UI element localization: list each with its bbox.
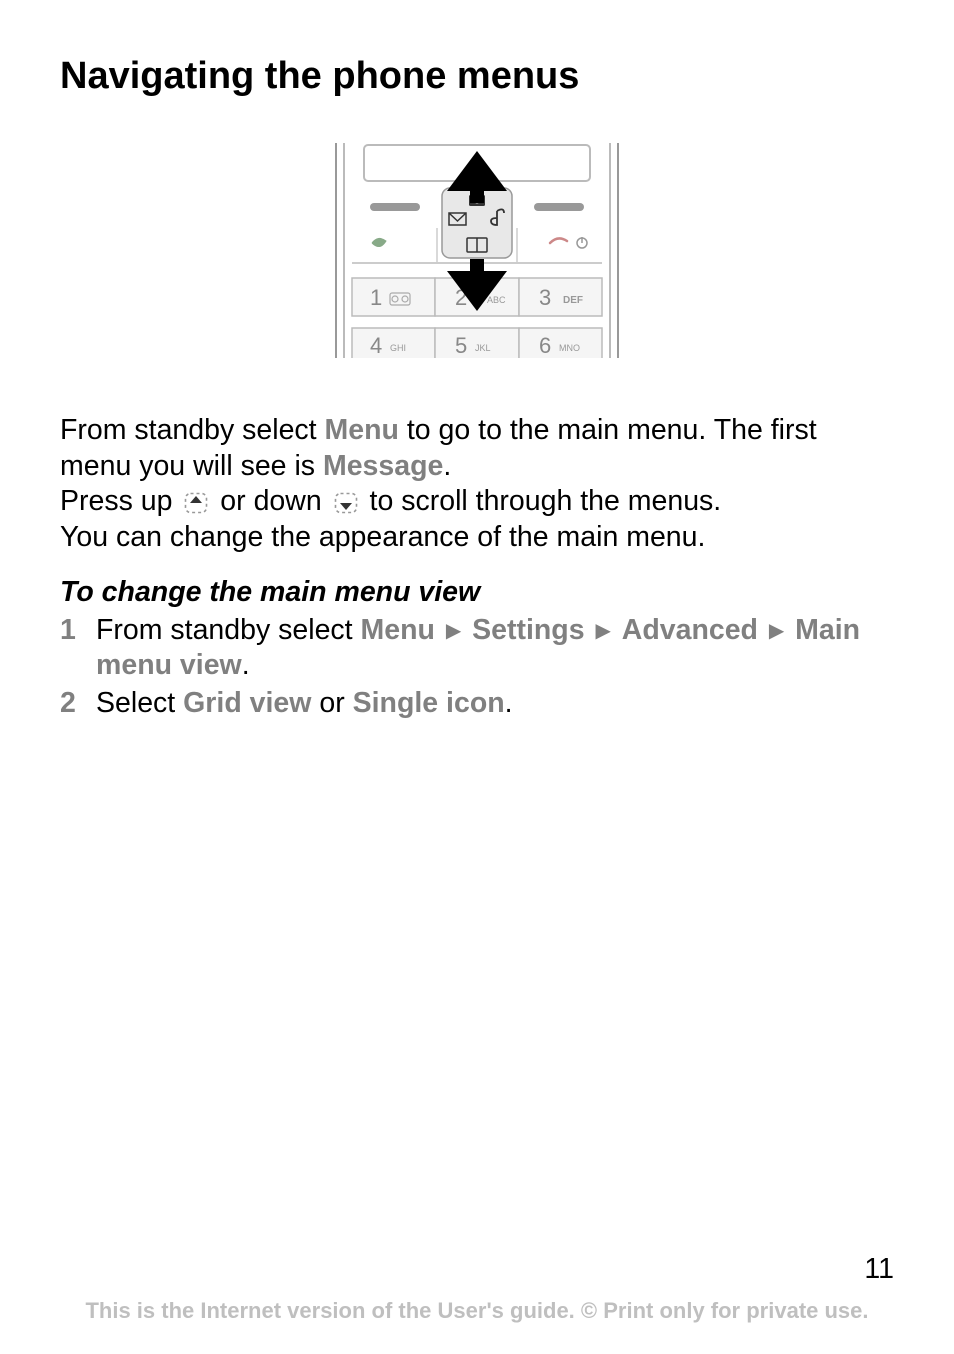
footer-disclaimer: This is the Internet version of the User… (0, 1298, 954, 1324)
svg-text:6: 6 (539, 333, 551, 358)
svg-text:JKL: JKL (475, 343, 491, 353)
message-term: Message (323, 450, 443, 482)
svg-text:5: 5 (455, 333, 467, 358)
step-1: From standby select Menu ▶ Settings ▶ Ad… (60, 613, 894, 684)
svg-text:DEF: DEF (563, 295, 583, 306)
arrow-icon: ▶ (595, 619, 610, 644)
page-title: Navigating the phone menus (60, 55, 894, 98)
page-number: 11 (864, 1253, 894, 1286)
step-2: Select Grid view or Single icon. (60, 686, 894, 722)
phone-diagram: 1 2 ABC 3 DEF 4 GHI 5 JKL 6 MNO (332, 143, 622, 373)
nav-down-icon (332, 490, 360, 516)
svg-text:ABC: ABC (487, 295, 506, 305)
steps-list: From standby select Menu ▶ Settings ▶ Ad… (60, 613, 894, 722)
intro-paragraph: From standby select Menu to go to the ma… (60, 413, 894, 556)
subtitle: To change the main menu view (60, 576, 894, 609)
svg-text:MNO: MNO (559, 343, 580, 353)
svg-text:4: 4 (370, 333, 382, 358)
menu-term: Menu (325, 414, 399, 446)
svg-text:GHI: GHI (390, 343, 406, 353)
svg-text:1: 1 (370, 285, 382, 310)
nav-up-icon (182, 490, 210, 516)
arrow-icon: ▶ (769, 619, 784, 644)
svg-text:3: 3 (539, 285, 551, 310)
arrow-icon: ▶ (446, 619, 461, 644)
